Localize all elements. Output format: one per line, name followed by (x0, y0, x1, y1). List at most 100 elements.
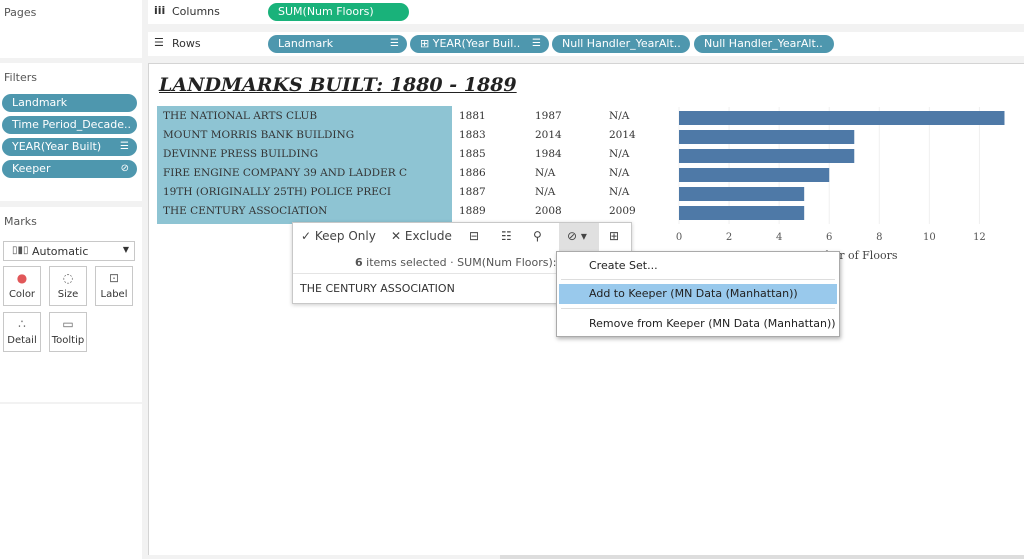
expand-icon: ⊞ (420, 37, 433, 50)
tooltip-icon: ▭ (62, 317, 74, 331)
x-tick-label: 6 (826, 232, 832, 243)
size-label: Size (57, 289, 79, 300)
horizontal-scrollbar[interactable] (500, 555, 1024, 559)
remove-from-keeper-menu-item[interactable]: Remove from Keeper (MN Data (Manhattan)) (559, 314, 837, 334)
null-handler-1-cell[interactable]: N/A (535, 183, 595, 202)
label-label: Label (100, 289, 128, 300)
color-label: Color (8, 289, 36, 300)
x-tick-label: 10 (923, 232, 936, 243)
x-tick-label: 12 (973, 232, 986, 243)
color-button[interactable]: ● Color (3, 266, 41, 306)
detail-icon: ∴ (18, 317, 26, 331)
selected-count: 6 (355, 256, 363, 269)
filter-keeper-label: Keeper (12, 162, 51, 175)
landmark-name-cell[interactable]: THE NATIONAL ARTS CLUB (163, 107, 453, 126)
set-icon: ⊘ (120, 163, 129, 174)
filters-panel: Filters Landmark Time Period_Decade.. YE… (0, 63, 142, 201)
bar-mark[interactable] (679, 149, 855, 163)
bar-mark[interactable] (679, 168, 830, 182)
year-cell[interactable]: 1885 (459, 145, 519, 164)
pages-panel: Pages (0, 0, 142, 58)
exclude-label: Exclude (404, 229, 452, 243)
sort-icon: ☰ (532, 38, 541, 49)
null-handler-pill-1[interactable]: Null Handler_YearAlt.. (552, 35, 690, 53)
year-cell[interactable]: 1886 (459, 164, 519, 183)
x-tick-label: 0 (676, 232, 682, 243)
set-context-menu: Create Set... Add to Keeper (MN Data (Ma… (556, 251, 840, 337)
year-cell[interactable]: 1883 (459, 126, 519, 145)
paperclip-icon[interactable]: ⚲ (533, 229, 542, 243)
year-cell[interactable]: 1881 (459, 107, 519, 126)
marks-panel: Marks ▯▮▯ Automatic ▼ ● Color ◌ Size ⊡ Labe… (0, 207, 142, 402)
sum-num-floors-pill[interactable]: SUM(Num Floors) (268, 3, 409, 21)
bar-chart-icon: ▯▮▯ (12, 245, 29, 256)
exclude-button[interactable]: ✕ Exclude (391, 229, 452, 243)
tooltip-label: Tooltip (51, 335, 85, 346)
filter-landmark[interactable]: Landmark (2, 94, 137, 112)
menu-separator (561, 308, 835, 309)
color-icon: ● (16, 271, 28, 285)
landmark-row-pill-label: Landmark (278, 37, 334, 50)
rows-icon: ☰ (154, 36, 164, 49)
tooltip-selection-info: 6 items selected · SUM(Num Floors): 4 (355, 256, 567, 269)
mark-type-dropdown[interactable]: ▯▮▯ Automatic ▼ (3, 241, 135, 261)
selected-measure: SUM(Num Floors): 4 (457, 256, 567, 269)
x-tick-label: 8 (876, 232, 882, 243)
label-button[interactable]: ⊡ Label (95, 266, 133, 306)
filters-title: Filters (4, 71, 37, 84)
filter-year-built[interactable]: YEAR(Year Built) ☰ (2, 138, 137, 156)
group-icon[interactable]: ⊟ (469, 229, 479, 243)
columns-label: Columns (172, 5, 220, 18)
year-cell[interactable]: 1887 (459, 183, 519, 202)
year-row-pill[interactable]: ⊞ YEAR(Year Buil.. ☰ (410, 35, 549, 53)
columns-icon: iii (154, 4, 166, 17)
rows-label: Rows (172, 37, 201, 50)
landmark-row-pill[interactable]: Landmark ☰ (268, 35, 407, 53)
null-handler-1-cell[interactable]: 2014 (535, 126, 595, 145)
landmark-name-cell[interactable]: MOUNT MORRIS BANK BUILDING (163, 126, 453, 145)
marks-title: Marks (4, 215, 37, 228)
landmark-name-cell[interactable]: 19TH (ORIGINALLY 25TH) POLICE PRECI (163, 183, 453, 202)
bar-mark[interactable] (679, 111, 1005, 125)
view-data-icon[interactable]: ⊞ (609, 229, 619, 243)
create-set-menu-item[interactable]: Create Set... (559, 256, 837, 276)
landmark-name-cell[interactable]: DEVINNE PRESS BUILDING (163, 145, 453, 164)
filter-keeper[interactable]: Keeper ⊘ (2, 160, 137, 178)
size-button[interactable]: ◌ Size (49, 266, 87, 306)
check-icon: ✓ (301, 229, 312, 243)
year-cell[interactable]: 1889 (459, 202, 519, 221)
left-empty-area (0, 404, 142, 559)
tooltip-hovered-item: THE CENTURY ASSOCIATION (300, 282, 455, 295)
columns-shelf: iii Columns SUM(Num Floors) (148, 0, 1024, 24)
sort-icon: ☰ (120, 141, 129, 152)
size-icon: ◌ (62, 271, 74, 285)
x-icon: ✕ (391, 229, 402, 243)
keep-only-button[interactable]: ✓ Keep Only (301, 229, 376, 243)
null-handler-1-cell[interactable]: 1987 (535, 107, 595, 126)
null-handler-1-cell[interactable]: 2008 (535, 202, 595, 221)
null-handler-1-cell[interactable]: N/A (535, 164, 595, 183)
add-to-keeper-menu-item[interactable]: Add to Keeper (MN Data (Manhattan)) (559, 284, 837, 304)
label-icon: ⊡ (108, 271, 120, 285)
keep-only-label: Keep Only (314, 229, 376, 243)
set-menu-button[interactable]: ⊘ ▾ (559, 223, 599, 251)
year-row-pill-label: YEAR(Year Buil.. (432, 37, 521, 50)
detail-label: Detail (7, 335, 37, 346)
tooltip-button[interactable]: ▭ Tooltip (49, 312, 87, 352)
null-handler-pill-2[interactable]: Null Handler_YearAlt.. (694, 35, 834, 53)
detail-button[interactable]: ∴ Detail (3, 312, 41, 352)
chevron-down-icon: ▼ (122, 245, 129, 254)
landmark-name-cell[interactable]: FIRE ENGINE COMPANY 39 AND LADDER C (163, 164, 453, 183)
x-tick-label: 2 (726, 232, 732, 243)
bar-mark[interactable] (679, 187, 805, 201)
landmark-name-cell[interactable]: THE CENTURY ASSOCIATION (163, 202, 453, 221)
mark-type-value: Automatic (32, 245, 89, 258)
filter-time-period[interactable]: Time Period_Decade.. (2, 116, 137, 134)
view-title: LANDMARKS BUILT: 1880 - 1889 (159, 74, 517, 96)
null-handler-1-cell[interactable]: 1984 (535, 145, 595, 164)
bar-mark[interactable] (679, 206, 805, 220)
x-tick-label: 4 (776, 232, 782, 243)
selected-text: items selected (366, 256, 447, 269)
bar-mark[interactable] (679, 130, 855, 144)
sort-icon[interactable]: ☷ (501, 229, 512, 243)
